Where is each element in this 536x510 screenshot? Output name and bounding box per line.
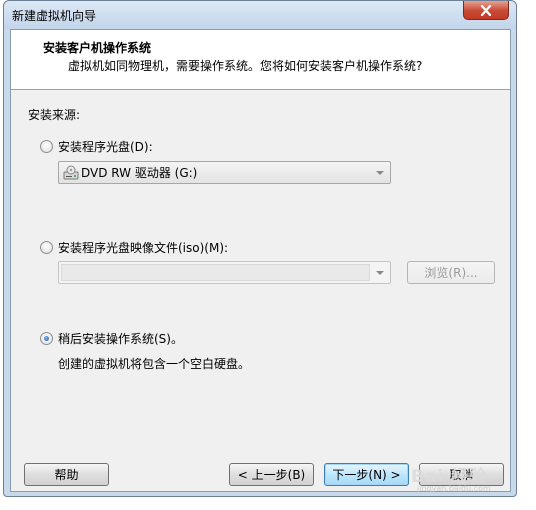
next-button[interactable]: 下一步(N) > [324,463,409,486]
close-icon [480,4,492,16]
radio-install-later[interactable]: 稍后安装操作系统(S)。 [40,330,183,347]
wizard-body: 安装客户机操作系统 虚拟机如同物理机，需要操作系统。您将如何安装客户机操作系统?… [10,29,511,492]
iso-path-select[interactable] [58,261,391,284]
radio-install-iso-label: 安装程序光盘映像文件(iso)(M): [58,241,229,255]
close-button[interactable] [463,1,509,20]
page-title: 安装客户机操作系统 [43,41,152,55]
chevron-down-icon [376,271,384,275]
radio-install-iso[interactable]: 安装程序光盘映像文件(iso)(M): [40,239,228,256]
browse-button[interactable]: 浏览(R)... [407,261,495,284]
radio-install-disc-circle[interactable] [40,140,53,153]
wizard-window: 新建虚拟机向导 安装客户机操作系统 虚拟机如同物理机，需要操作系统。您将如何安装… [3,0,517,497]
title-bar[interactable]: 新建虚拟机向导 [4,1,516,29]
wizard-header: 安装客户机操作系统 虚拟机如同物理机，需要操作系统。您将如何安装客户机操作系统? [11,30,510,90]
install-later-description: 创建的虚拟机将包含一个空白硬盘。 [58,357,251,371]
back-button[interactable]: < 上一步(B) [229,463,314,486]
radio-install-later-circle[interactable] [40,332,53,345]
dvd-drive-icon [63,165,79,180]
radio-install-later-label: 稍后安装操作系统(S)。 [58,332,183,346]
radio-install-disc[interactable]: 安装程序光盘(D): [40,138,153,155]
cancel-button[interactable]: 取消 [419,463,504,486]
chevron-down-icon [376,171,384,175]
install-source-label: 安装来源: [28,108,81,122]
window-title: 新建虚拟机向导 [12,9,97,23]
disc-drive-select[interactable]: DVD RW 驱动器 (G:) [58,161,391,184]
radio-install-disc-label: 安装程序光盘(D): [58,140,153,154]
radio-install-iso-circle[interactable] [40,241,53,254]
page-subtitle: 虚拟机如同物理机，需要操作系统。您将如何安装客户机操作系统? [68,59,423,73]
disc-drive-value: DVD RW 驱动器 (G:) [81,166,198,180]
iso-path-input[interactable] [61,264,370,281]
help-button[interactable]: 帮助 [24,463,109,486]
